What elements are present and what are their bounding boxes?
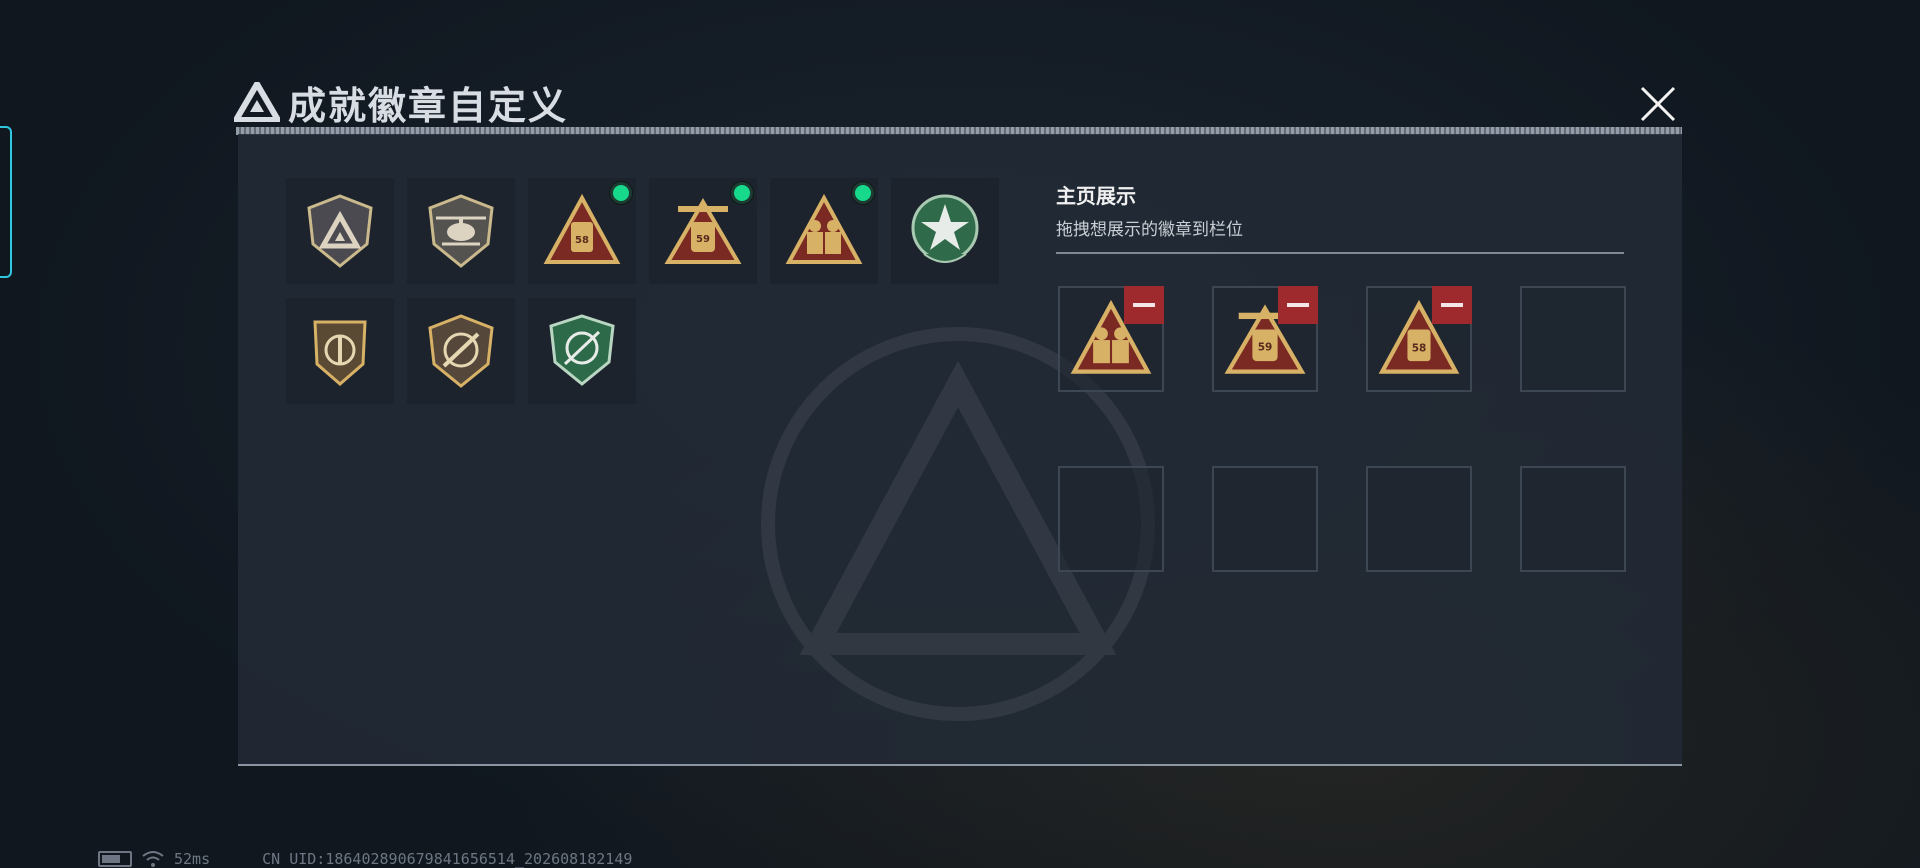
delta-logo-icon xyxy=(234,82,280,122)
homepage-display-header: 主页展示 拖拽想展示的徽章到栏位 xyxy=(1056,180,1624,254)
display-title: 主页展示 xyxy=(1056,184,1136,208)
user-uid: CN UID:18640289067984165651​4_2026081821… xyxy=(262,850,633,868)
svg-text:59: 59 xyxy=(696,234,710,245)
ping-readout: 52ms xyxy=(174,850,211,868)
remove-badge-button[interactable] xyxy=(1278,286,1318,324)
vehicle-58-triangle-icon: 58 xyxy=(543,193,621,264)
svg-text:59: 59 xyxy=(1258,342,1273,354)
screen: 成就徽章自定义 58 59 主页展示 拖拽想展示的徽章到栏位 59 58 52m… xyxy=(0,0,1920,868)
remove-badge-button[interactable] xyxy=(1432,286,1472,324)
display-subtitle: 拖拽想展示的徽章到栏位 xyxy=(1056,220,1243,240)
battery-icon xyxy=(98,851,132,867)
selected-indicator xyxy=(731,182,753,204)
rifle-shield-icon xyxy=(428,314,494,388)
badge-wing-shield[interactable] xyxy=(286,298,394,404)
side-edge-tab[interactable] xyxy=(0,126,12,278)
badge-collection: 58 59 xyxy=(286,178,999,404)
page-title: 成就徽章自定义 xyxy=(288,83,569,128)
helicopter-shield-icon xyxy=(428,194,494,268)
status-bar: 52ms CN UID:18640289067984165651​4_20260… xyxy=(98,850,632,868)
display-slot-5[interactable] xyxy=(1058,466,1164,572)
display-slot-7[interactable] xyxy=(1366,466,1472,572)
display-slot-1[interactable] xyxy=(1058,286,1164,392)
close-icon[interactable] xyxy=(1632,78,1684,130)
badge-helicopter[interactable] xyxy=(407,178,515,284)
badge-green-crosshair[interactable] xyxy=(528,298,636,404)
remove-badge-button[interactable] xyxy=(1124,286,1164,324)
wifi-icon xyxy=(142,851,164,867)
display-slot-4[interactable] xyxy=(1520,286,1626,392)
badge-rifle-shield[interactable] xyxy=(407,298,515,404)
title-bar: 成就徽章自定义 xyxy=(234,74,568,130)
green-star-medal-icon xyxy=(911,194,979,263)
display-slot-6[interactable] xyxy=(1212,466,1318,572)
svg-text:58: 58 xyxy=(1412,343,1427,355)
wing-shield-icon xyxy=(313,320,367,386)
badge-vehicle-58[interactable]: 58 xyxy=(528,178,636,284)
selected-indicator xyxy=(610,182,632,204)
display-slot-8[interactable] xyxy=(1520,466,1626,572)
selected-indicator xyxy=(852,182,874,204)
badge-customize-panel: 58 59 主页展示 拖拽想展示的徽章到栏位 59 58 xyxy=(238,134,1682,766)
green-crosshair-shield-icon xyxy=(549,314,615,386)
badge-soldiers[interactable] xyxy=(770,178,878,284)
badge-vehicle-59[interactable]: 59 xyxy=(649,178,757,284)
display-slot-3[interactable]: 58 xyxy=(1366,286,1472,392)
vehicle-59-triangle-icon: 59 xyxy=(664,198,742,264)
svg-text:58: 58 xyxy=(575,235,589,246)
display-slot-2[interactable]: 59 xyxy=(1212,286,1318,392)
triangle-shield-icon xyxy=(307,194,373,268)
badge-green-star[interactable] xyxy=(891,178,999,284)
display-slots: 59 58 xyxy=(1058,286,1626,572)
soldiers-triangle-icon xyxy=(785,193,863,264)
badge-triangle-emblem[interactable] xyxy=(286,178,394,284)
display-divider xyxy=(1056,252,1624,254)
